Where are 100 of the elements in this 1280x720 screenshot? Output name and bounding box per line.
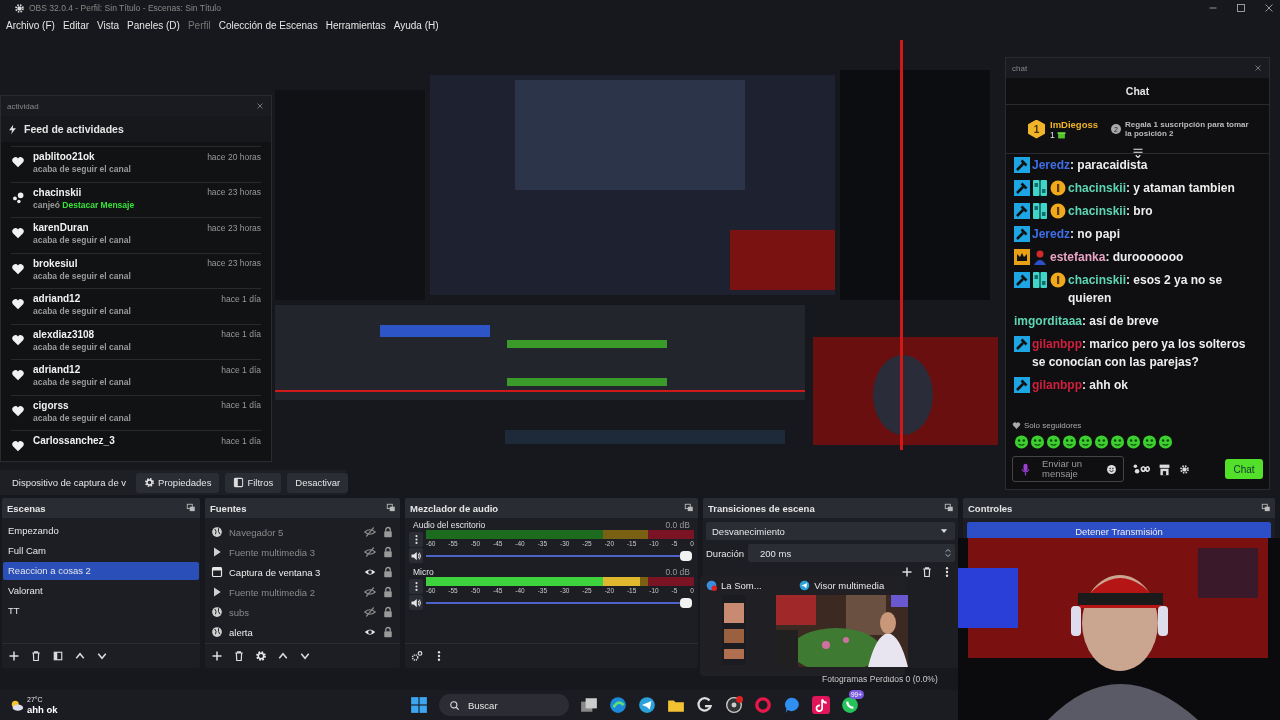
menu-item[interactable]: Archivo (F)	[2, 19, 59, 31]
event-message: acaba de seguir el canal	[33, 377, 132, 387]
transition-select[interactable]: Desvanecimiento	[706, 522, 955, 540]
trash-icon[interactable]	[233, 650, 245, 662]
gear-icon[interactable]	[255, 650, 267, 662]
emote-icon[interactable]	[1126, 434, 1141, 449]
timestamp: hace 1 día	[221, 329, 261, 339]
emoji-icon[interactable]	[1106, 463, 1117, 475]
emote-icon[interactable]	[1062, 434, 1077, 449]
menu-item[interactable]: Editar	[58, 19, 94, 31]
scene-item[interactable]: Empezando	[3, 522, 199, 540]
volume-slider[interactable]	[426, 549, 692, 562]
settings-icon[interactable]	[1179, 463, 1190, 475]
source-item[interactable]: subs	[229, 606, 358, 618]
recorder-icon[interactable]	[725, 696, 743, 714]
hidden-eye-icon[interactable]	[364, 526, 376, 538]
windows-logo-icon[interactable]	[410, 696, 428, 714]
chat-button[interactable]: Chat	[1225, 459, 1263, 479]
search-field[interactable]: Buscar	[439, 694, 569, 716]
coin-badge-icon	[1050, 272, 1066, 288]
undock-icon[interactable]	[186, 503, 196, 513]
timestamp: hace 23 horas	[207, 187, 261, 197]
phone-bubble-icon[interactable]	[841, 696, 859, 714]
crown-badge-icon	[1014, 249, 1030, 265]
undock-icon[interactable]	[1261, 503, 1271, 513]
eye-icon[interactable]	[364, 626, 376, 638]
microphone-icon[interactable]	[1019, 462, 1032, 476]
browser-icon[interactable]	[609, 696, 627, 714]
duration-field[interactable]: 200 ms	[748, 544, 955, 562]
close-icon[interactable]	[255, 101, 265, 111]
toolbar-button[interactable]: Desactivar	[287, 472, 349, 493]
menu-item[interactable]: Herramientas	[321, 19, 390, 31]
emote-icon[interactable]	[1142, 434, 1157, 449]
panel-icon[interactable]	[52, 650, 64, 662]
undock-icon[interactable]	[386, 503, 396, 513]
add-icon[interactable]	[901, 566, 913, 578]
chat-message: chacinskii: bro	[1068, 203, 1154, 220]
music-note-icon[interactable]	[812, 696, 830, 714]
event-message: acaba de seguir el canal	[33, 341, 132, 352]
hidden-eye-icon[interactable]	[364, 546, 376, 558]
close-icon[interactable]	[1253, 63, 1263, 73]
stepper-icon[interactable]	[943, 548, 953, 558]
add-icon[interactable]	[8, 650, 20, 662]
undock-icon[interactable]	[944, 503, 954, 513]
message-field[interactable]: Enviar un mensaje	[1012, 456, 1124, 482]
undock-icon[interactable]	[684, 503, 694, 513]
hidden-eye-icon[interactable]	[364, 606, 376, 618]
slider-thumb[interactable]	[680, 597, 692, 608]
scene-item[interactable]: Reaccion a cosas 2	[3, 562, 199, 580]
emote-icon[interactable]	[1158, 434, 1173, 449]
collapse-icon[interactable]	[1132, 147, 1144, 159]
emote-icon[interactable]	[1094, 434, 1109, 449]
lock-icon[interactable]	[382, 566, 394, 578]
emote-icon[interactable]	[1110, 434, 1125, 449]
menu-item[interactable]: Vista	[93, 19, 124, 31]
paper-plane-icon[interactable]	[638, 696, 656, 714]
windows-stack-icon[interactable]	[580, 696, 598, 714]
source-item[interactable]: alerta	[229, 626, 358, 638]
lock-icon[interactable]	[382, 546, 394, 558]
emote-icon[interactable]	[1014, 434, 1029, 449]
menu-item[interactable]: Paneles (D)	[123, 19, 184, 31]
scene-item[interactable]: Valorant	[3, 582, 199, 600]
volume-slider[interactable]	[426, 596, 692, 609]
speaker-icon[interactable]	[410, 596, 422, 609]
lock-icon[interactable]	[382, 526, 394, 538]
ring-icon[interactable]	[754, 696, 772, 714]
add-icon[interactable]	[211, 650, 223, 662]
overlay-text: ahh ok	[27, 705, 58, 715]
lock-icon[interactable]	[382, 586, 394, 598]
field-label: Duración	[706, 547, 745, 559]
eye-icon[interactable]	[364, 566, 376, 578]
hidden-eye-icon[interactable]	[364, 586, 376, 598]
toolbar-button[interactable]: Propiedades	[136, 472, 220, 493]
speaker-icon[interactable]	[410, 549, 422, 562]
trash-icon[interactable]	[921, 566, 933, 578]
store-icon[interactable]	[1158, 462, 1171, 476]
source-item[interactable]: Fuente multimedia 2	[229, 586, 358, 598]
lock-icon[interactable]	[382, 606, 394, 618]
source-name: Dispositivo de captura de v	[12, 477, 127, 488]
emote-icon[interactable]	[1046, 434, 1061, 449]
advanced-gear-icon[interactable]	[411, 650, 423, 662]
dock-title: Mezclador de audio	[410, 502, 499, 514]
lock-icon[interactable]	[382, 626, 394, 638]
scene-item[interactable]: Full Cam	[3, 542, 199, 560]
emote-icon[interactable]	[1078, 434, 1093, 449]
dock-title: Transiciones de escena	[708, 502, 815, 514]
emote-icon[interactable]	[1030, 434, 1045, 449]
source-item[interactable]: Fuente multimedia 3	[229, 546, 358, 558]
slider-thumb[interactable]	[680, 550, 692, 561]
menu-item[interactable]: Colección de Escenas	[214, 19, 322, 31]
timestamp: hace 23 horas	[207, 258, 261, 268]
scene-item[interactable]: TT	[3, 602, 199, 620]
source-item[interactable]: Navegador 5	[229, 526, 358, 538]
menu-item[interactable]: Ayuda (H)	[389, 19, 443, 31]
chat-bubble-icon[interactable]	[783, 696, 801, 714]
g-letter-icon[interactable]	[696, 696, 714, 714]
source-item[interactable]: Captura de ventana 3	[229, 566, 358, 578]
trash-icon[interactable]	[30, 650, 42, 662]
toolbar-button[interactable]: Filtros	[225, 472, 282, 493]
maximize-icon[interactable]	[1234, 1, 1248, 15]
